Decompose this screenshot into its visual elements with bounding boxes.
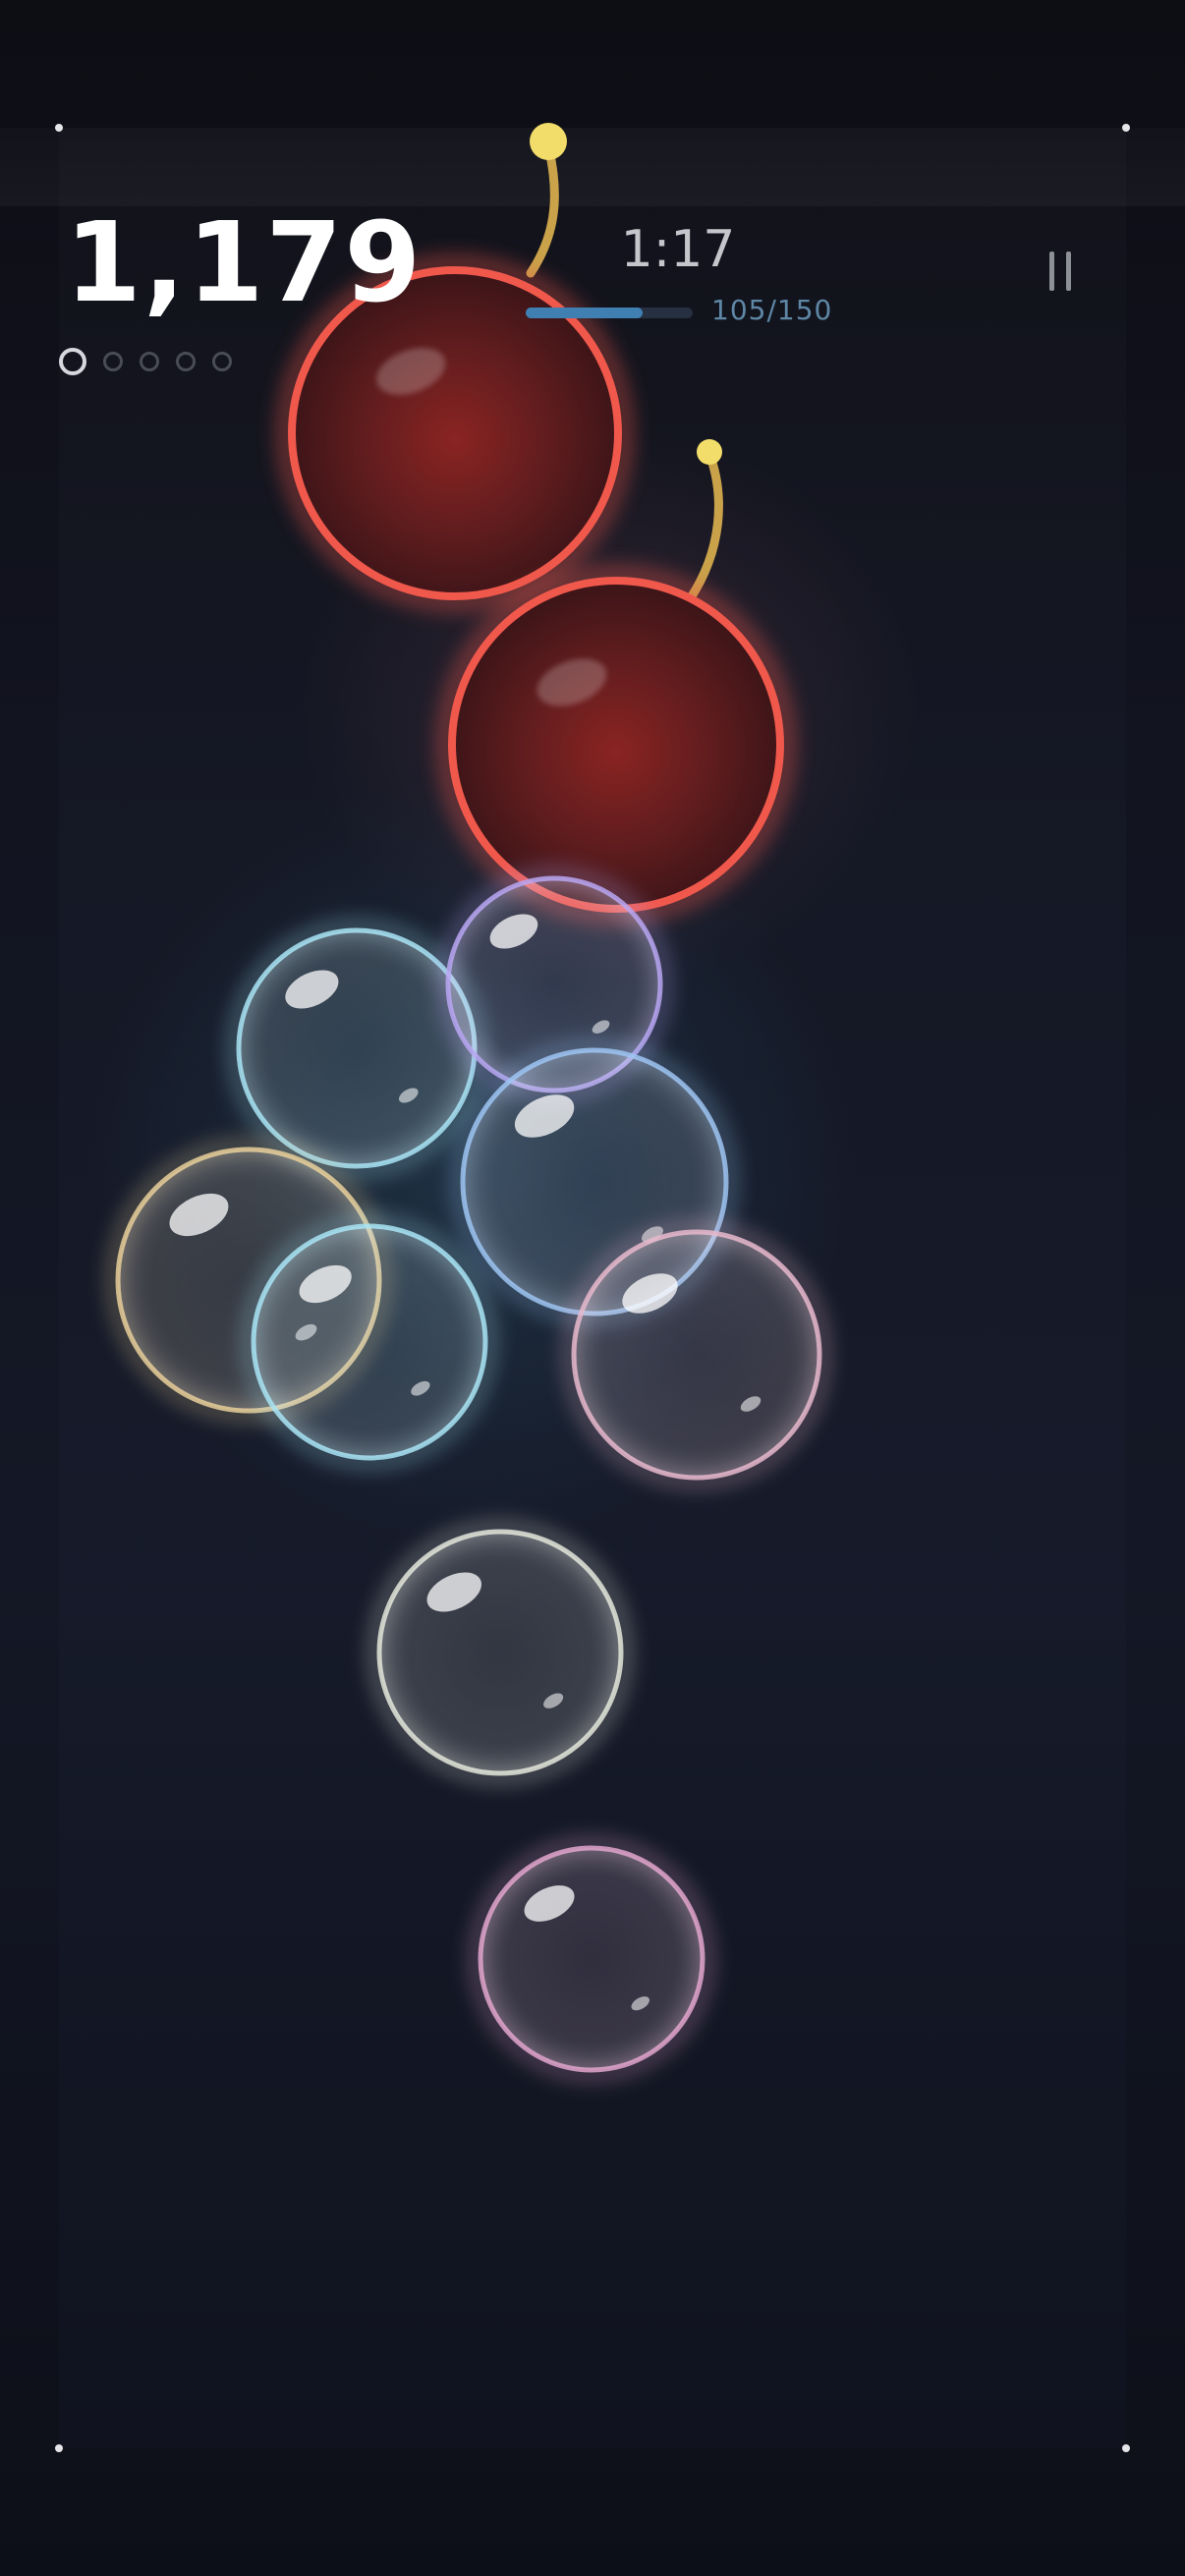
combo-indicator (59, 348, 232, 375)
bubble-body (478, 1845, 705, 2073)
combo-dot (212, 352, 232, 371)
cherry-bubble[interactable] (277, 123, 633, 611)
bubble-body (376, 1529, 624, 1776)
bubble-layer (107, 123, 830, 2081)
cherry-stem (685, 449, 723, 604)
game-screen: 1,179 1:17 105/150 (0, 0, 1185, 2576)
progress-label: 105/150 (711, 294, 833, 326)
pause-button[interactable] (1040, 246, 1083, 297)
progress-bar-fill (526, 308, 643, 318)
pause-icon (1066, 252, 1071, 291)
progress-bar (526, 308, 693, 318)
bubble[interactable] (470, 1837, 713, 2081)
bubble-body (251, 1223, 488, 1461)
bubble[interactable] (243, 1215, 496, 1469)
bubble-body (571, 1229, 822, 1481)
bubble[interactable] (368, 1521, 632, 1784)
combo-dot (59, 348, 86, 375)
combo-dot (176, 352, 196, 371)
score-display: 1,179 (65, 199, 423, 327)
bubble[interactable] (563, 1221, 830, 1488)
pause-icon (1049, 252, 1054, 291)
cherry-body (448, 577, 784, 913)
combo-dot (103, 352, 123, 371)
cherry-stem-tip (697, 439, 722, 465)
combo-dot (140, 352, 159, 371)
cherry-stem (526, 140, 559, 278)
timer-display: 1:17 (620, 220, 736, 279)
cherry-stem-tip (530, 123, 567, 160)
